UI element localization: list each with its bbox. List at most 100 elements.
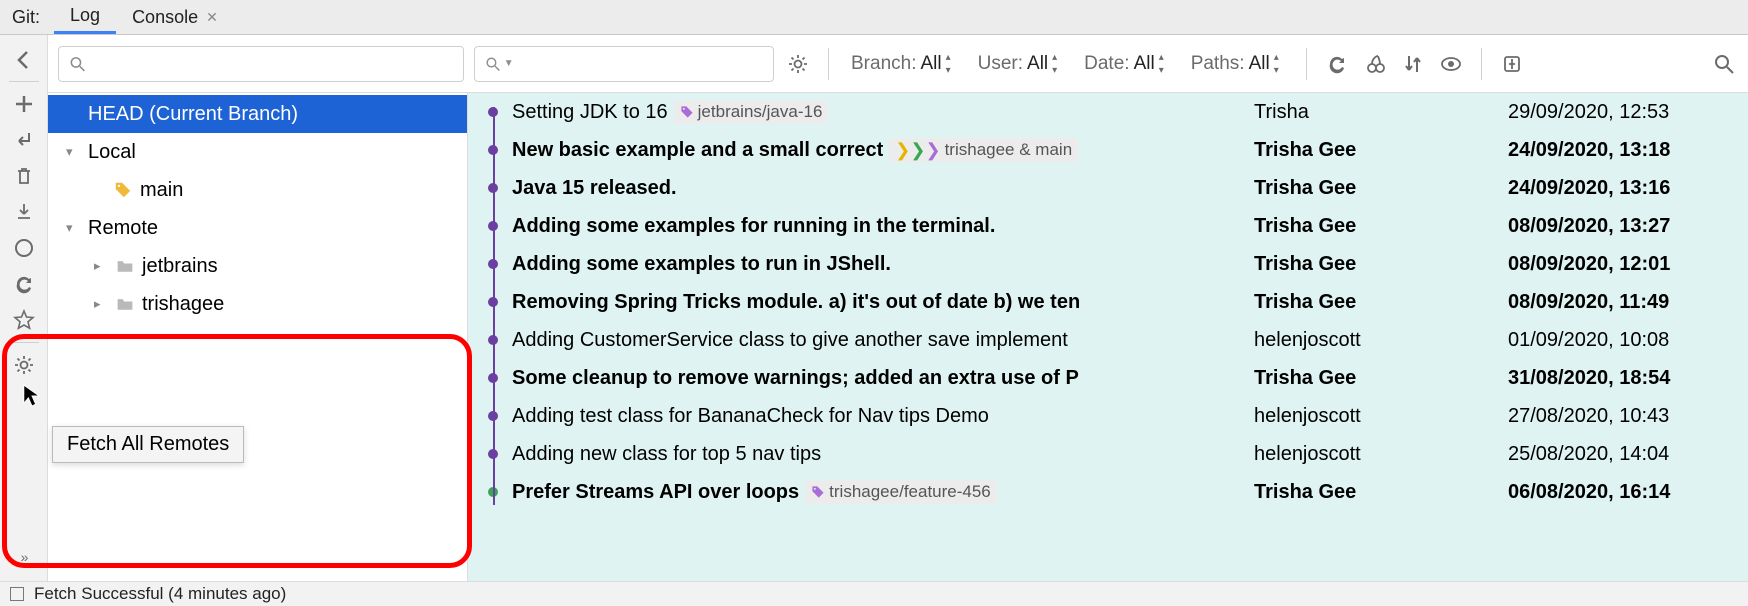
tab-console[interactable]: Console ✕ bbox=[116, 0, 234, 34]
track-button[interactable] bbox=[0, 230, 48, 266]
checkout-button[interactable] bbox=[0, 122, 48, 158]
commit-author: Trisha Gee bbox=[1254, 215, 1494, 238]
refresh-button[interactable] bbox=[1323, 50, 1351, 78]
tree-local[interactable]: ▾Local bbox=[48, 133, 467, 171]
commit-row[interactable]: Adding some examples for running in the … bbox=[468, 207, 1748, 245]
commit-date: 24/09/2020, 13:16 bbox=[1508, 177, 1748, 200]
commit-author: Trisha Gee bbox=[1254, 139, 1494, 162]
filter-user[interactable]: User:All bbox=[972, 53, 1069, 75]
favorite-button[interactable] bbox=[0, 302, 48, 338]
tree-remote-trishagee[interactable]: ▸trishagee bbox=[48, 285, 467, 323]
filter-settings-button[interactable] bbox=[784, 50, 812, 78]
close-icon[interactable]: ✕ bbox=[206, 9, 218, 26]
filter-branch[interactable]: Branch:All bbox=[845, 53, 962, 75]
commit-row[interactable]: Adding new class for top 5 nav tipshelen… bbox=[468, 435, 1748, 473]
filter-paths[interactable]: Paths:All bbox=[1185, 53, 1290, 75]
commit-author: helenjoscott bbox=[1254, 405, 1494, 428]
commit-message: Adding test class for BananaCheck for Na… bbox=[512, 405, 1240, 428]
branch-tree: HEAD (Current Branch) ▾Local main ▾Remot… bbox=[48, 93, 468, 581]
log-search-input[interactable] bbox=[520, 54, 763, 74]
branch-badge[interactable]: trishagee/feature-456 bbox=[805, 480, 997, 504]
tag-icon bbox=[680, 105, 694, 119]
chevron-right-icon: ▸ bbox=[94, 258, 108, 274]
tree-head[interactable]: HEAD (Current Branch) bbox=[48, 95, 467, 133]
left-gutter: » bbox=[0, 35, 48, 581]
commit-date: 01/09/2020, 10:08 bbox=[1508, 329, 1748, 352]
fetch-button[interactable] bbox=[0, 266, 48, 302]
preview-button[interactable] bbox=[1437, 50, 1465, 78]
commit-row[interactable]: Removing Spring Tricks module. a) it's o… bbox=[468, 283, 1748, 321]
commit-list[interactable]: Setting JDK to 16jetbrains/java-16 Trisha… bbox=[468, 93, 1748, 581]
tab-log-label: Log bbox=[70, 5, 100, 26]
log-search[interactable]: ▼ bbox=[474, 46, 774, 82]
commit-message: Adding some examples for running in the … bbox=[512, 215, 1240, 238]
back-button[interactable] bbox=[0, 41, 48, 77]
toolbar: ▼ Branch:All User:All Date:All Paths:All bbox=[48, 35, 1748, 93]
commit-author: helenjoscott bbox=[1254, 443, 1494, 466]
tree-remote[interactable]: ▾Remote bbox=[48, 209, 467, 247]
commit-message: Prefer Streams API over loopstrishagee/f… bbox=[512, 480, 1240, 504]
pull-button[interactable] bbox=[0, 194, 48, 230]
branch-badge[interactable]: ❯❯❯trishagee & main bbox=[889, 138, 1078, 162]
expand-button[interactable]: » bbox=[0, 539, 48, 575]
updown-icon bbox=[1274, 56, 1284, 72]
arrows-icon: ❯❯❯ bbox=[895, 141, 940, 159]
filter-date[interactable]: Date:All bbox=[1078, 53, 1175, 75]
tag-icon bbox=[811, 485, 825, 499]
commit-date: 27/08/2020, 10:43 bbox=[1508, 405, 1748, 428]
commit-message: New basic example and a small correct❯❯❯… bbox=[512, 138, 1240, 162]
settings-button[interactable] bbox=[0, 347, 48, 383]
commit-date: 08/09/2020, 12:01 bbox=[1508, 253, 1748, 276]
cherry-pick-button[interactable] bbox=[1361, 50, 1389, 78]
commit-row[interactable]: New basic example and a small correct❯❯❯… bbox=[468, 131, 1748, 169]
commit-row[interactable]: Adding CustomerService class to give ano… bbox=[468, 321, 1748, 359]
chevron-right-icon: ▸ bbox=[94, 296, 108, 312]
tab-console-label: Console bbox=[132, 7, 198, 28]
search-icon bbox=[69, 55, 86, 73]
tabbar-prefix: Git: bbox=[6, 0, 54, 34]
commit-message: Some cleanup to remove warnings; added a… bbox=[512, 367, 1240, 390]
commit-row[interactable]: Prefer Streams API over loopstrishagee/f… bbox=[468, 473, 1748, 511]
chevron-down-icon: ▼ bbox=[504, 58, 514, 69]
updown-icon bbox=[1159, 56, 1169, 72]
new-branch-button[interactable] bbox=[0, 86, 48, 122]
commit-date: 24/09/2020, 13:18 bbox=[1508, 139, 1748, 162]
folder-icon bbox=[116, 257, 134, 275]
delete-button[interactable] bbox=[0, 158, 48, 194]
commit-row[interactable]: Some cleanup to remove warnings; added a… bbox=[468, 359, 1748, 397]
commit-row[interactable]: Java 15 released.Trisha Gee24/09/2020, 1… bbox=[468, 169, 1748, 207]
status-bar: Fetch Successful (4 minutes ago) bbox=[0, 581, 1748, 606]
status-text: Fetch Successful (4 minutes ago) bbox=[34, 584, 286, 604]
tab-bar: Git: Log Console ✕ bbox=[0, 0, 1748, 35]
commit-message: Java 15 released. bbox=[512, 177, 1240, 200]
branch-search-input[interactable] bbox=[92, 54, 453, 74]
commit-row[interactable]: Adding some examples to run in JShell. Tr… bbox=[468, 245, 1748, 283]
commit-row[interactable]: Adding test class for BananaCheck for Na… bbox=[468, 397, 1748, 435]
sort-button[interactable] bbox=[1399, 50, 1427, 78]
tree-remote-jetbrains[interactable]: ▸jetbrains bbox=[48, 247, 467, 285]
search-icon bbox=[485, 55, 501, 73]
find-button[interactable] bbox=[1710, 50, 1738, 78]
commit-date: 08/09/2020, 11:49 bbox=[1508, 291, 1748, 314]
commit-message: Adding some examples to run in JShell. bbox=[512, 253, 1240, 276]
branch-badge[interactable]: jetbrains/java-16 bbox=[674, 100, 829, 124]
details-button[interactable] bbox=[1498, 50, 1526, 78]
commit-message: Removing Spring Tricks module. a) it's o… bbox=[512, 291, 1240, 314]
status-checkbox-icon[interactable] bbox=[10, 587, 24, 601]
commit-message: Setting JDK to 16jetbrains/java-16 bbox=[512, 100, 1240, 124]
tree-branch-main[interactable]: main bbox=[48, 171, 467, 209]
chevron-down-icon: ▾ bbox=[66, 220, 80, 236]
commit-date: 08/09/2020, 13:27 bbox=[1508, 215, 1748, 238]
tab-log[interactable]: Log bbox=[54, 0, 116, 34]
commit-row[interactable]: Setting JDK to 16jetbrains/java-16 Trisha… bbox=[468, 93, 1748, 131]
graph-line bbox=[493, 107, 495, 505]
updown-icon bbox=[1052, 56, 1062, 72]
commit-author: Trisha Gee bbox=[1254, 367, 1494, 390]
branch-search[interactable] bbox=[58, 46, 464, 82]
commit-date: 31/08/2020, 18:54 bbox=[1508, 367, 1748, 390]
commit-author: Trisha Gee bbox=[1254, 253, 1494, 276]
tag-icon bbox=[114, 181, 132, 199]
commit-author: helenjoscott bbox=[1254, 329, 1494, 352]
commit-author: Trisha bbox=[1254, 101, 1494, 124]
commit-date: 06/08/2020, 16:14 bbox=[1508, 481, 1748, 504]
